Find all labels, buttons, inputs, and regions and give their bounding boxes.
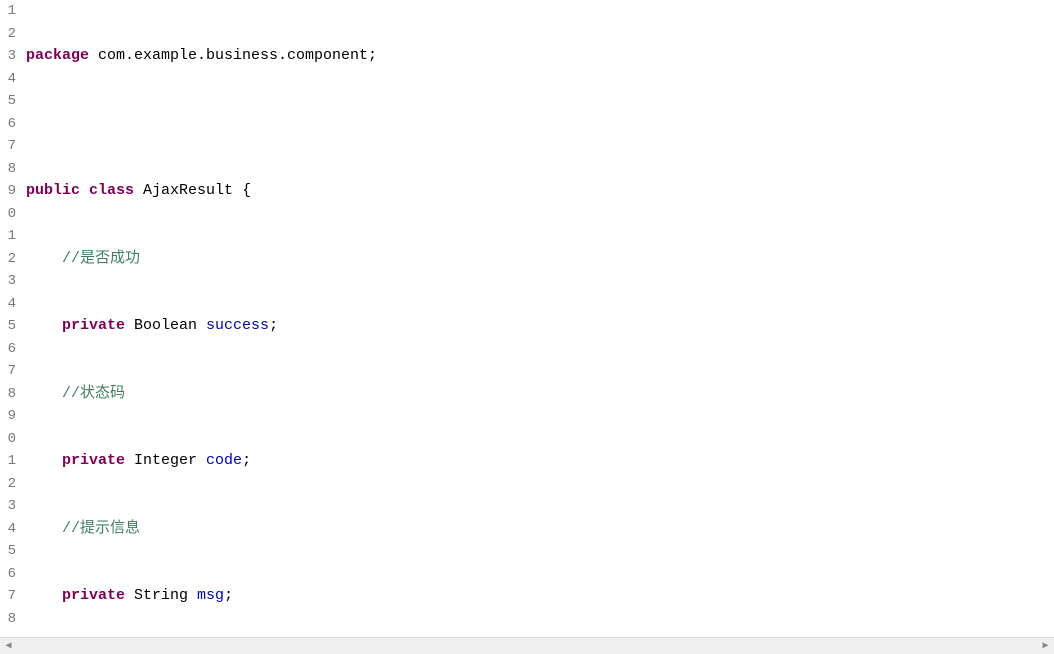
line-num: 0 xyxy=(0,428,16,451)
line-num: 8 xyxy=(0,383,16,406)
code-line: private String msg; xyxy=(20,585,1054,608)
line-num: 8 xyxy=(0,158,16,181)
line-num: 5 xyxy=(0,315,16,338)
line-num: 7 xyxy=(0,585,16,608)
line-num: 6 xyxy=(0,563,16,586)
line-num: 2 xyxy=(0,248,16,271)
line-num: 5 xyxy=(0,90,16,113)
code-line xyxy=(20,113,1054,136)
line-num: 3 xyxy=(0,45,16,68)
code-editor[interactable]: 1 2 3 4 5 6 7 8 9 0 1 2 3 4 5 6 7 8 9 0 … xyxy=(0,0,1054,634)
line-num: 4 xyxy=(0,293,16,316)
code-line: private Boolean success; xyxy=(20,315,1054,338)
code-line: //状态码 xyxy=(20,383,1054,406)
line-num: 6 xyxy=(0,113,16,136)
line-num: 0 xyxy=(0,203,16,226)
line-num: 6 xyxy=(0,338,16,361)
line-num: 2 xyxy=(0,473,16,496)
code-area[interactable]: package com.example.business.component; … xyxy=(20,0,1054,634)
line-num: 9 xyxy=(0,405,16,428)
code-line: //是否成功 xyxy=(20,248,1054,271)
horizontal-scrollbar[interactable]: ◀ ▶ xyxy=(0,637,1054,654)
code-line: public class AjaxResult { xyxy=(20,180,1054,203)
line-num: 4 xyxy=(0,68,16,91)
code-line: package com.example.business.component; xyxy=(20,45,1054,68)
line-num: 1 xyxy=(0,450,16,473)
scroll-right-icon[interactable]: ▶ xyxy=(1037,637,1054,654)
line-num: 3 xyxy=(0,270,16,293)
code-line: //提示信息 xyxy=(20,518,1054,541)
line-num: 2 xyxy=(0,23,16,46)
line-num: 1 xyxy=(0,225,16,248)
line-num: 8 xyxy=(0,608,16,631)
line-num: 3 xyxy=(0,495,16,518)
line-number-gutter: 1 2 3 4 5 6 7 8 9 0 1 2 3 4 5 6 7 8 9 0 … xyxy=(0,0,20,634)
line-num: 1 xyxy=(0,0,16,23)
line-num: 7 xyxy=(0,135,16,158)
line-num: 5 xyxy=(0,540,16,563)
code-line: private Integer code; xyxy=(20,450,1054,473)
scroll-left-icon[interactable]: ◀ xyxy=(0,637,17,654)
line-num: 4 xyxy=(0,518,16,541)
line-num: 9 xyxy=(0,180,16,203)
line-num: 7 xyxy=(0,360,16,383)
